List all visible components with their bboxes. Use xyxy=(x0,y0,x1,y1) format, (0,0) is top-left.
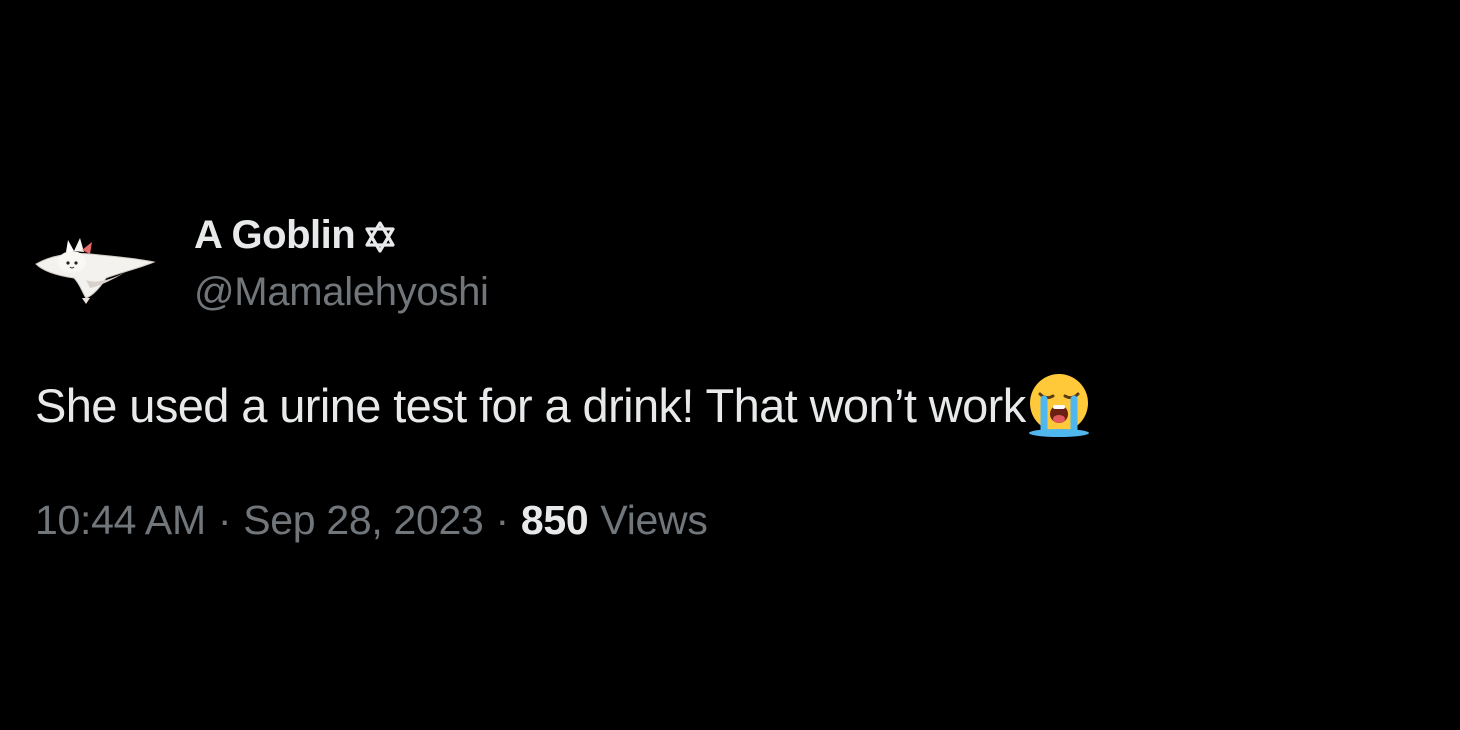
views-count: 850 xyxy=(520,496,589,543)
meta-separator: · xyxy=(495,496,510,543)
tweet-meta: 10:44 AM · Sep 28, 2023 · 850 Views xyxy=(35,492,708,548)
author-display-name[interactable]: A Goblin xyxy=(194,213,356,258)
author-name-row: A Goblin xyxy=(194,210,397,260)
tweet-text: She used a urine test for a drink! That … xyxy=(35,378,1026,432)
avatar[interactable] xyxy=(30,222,160,306)
author-handle[interactable]: @Mamalehyoshi xyxy=(194,270,489,315)
tweet-date[interactable]: Sep 28, 2023 xyxy=(243,497,484,544)
loudly-crying-face-icon xyxy=(1026,372,1092,438)
tweet-time[interactable]: 10:44 AM xyxy=(35,497,206,544)
tweet-body: She used a urine test for a drink! That … xyxy=(35,370,1092,440)
pokemon-avatar-icon xyxy=(35,238,156,304)
tweet-card: A Goblin @Mamalehyoshi She used a urine … xyxy=(0,0,1460,730)
star-of-david-icon xyxy=(363,220,397,254)
views-label: Views xyxy=(600,496,708,543)
meta-separator: · xyxy=(217,496,232,543)
